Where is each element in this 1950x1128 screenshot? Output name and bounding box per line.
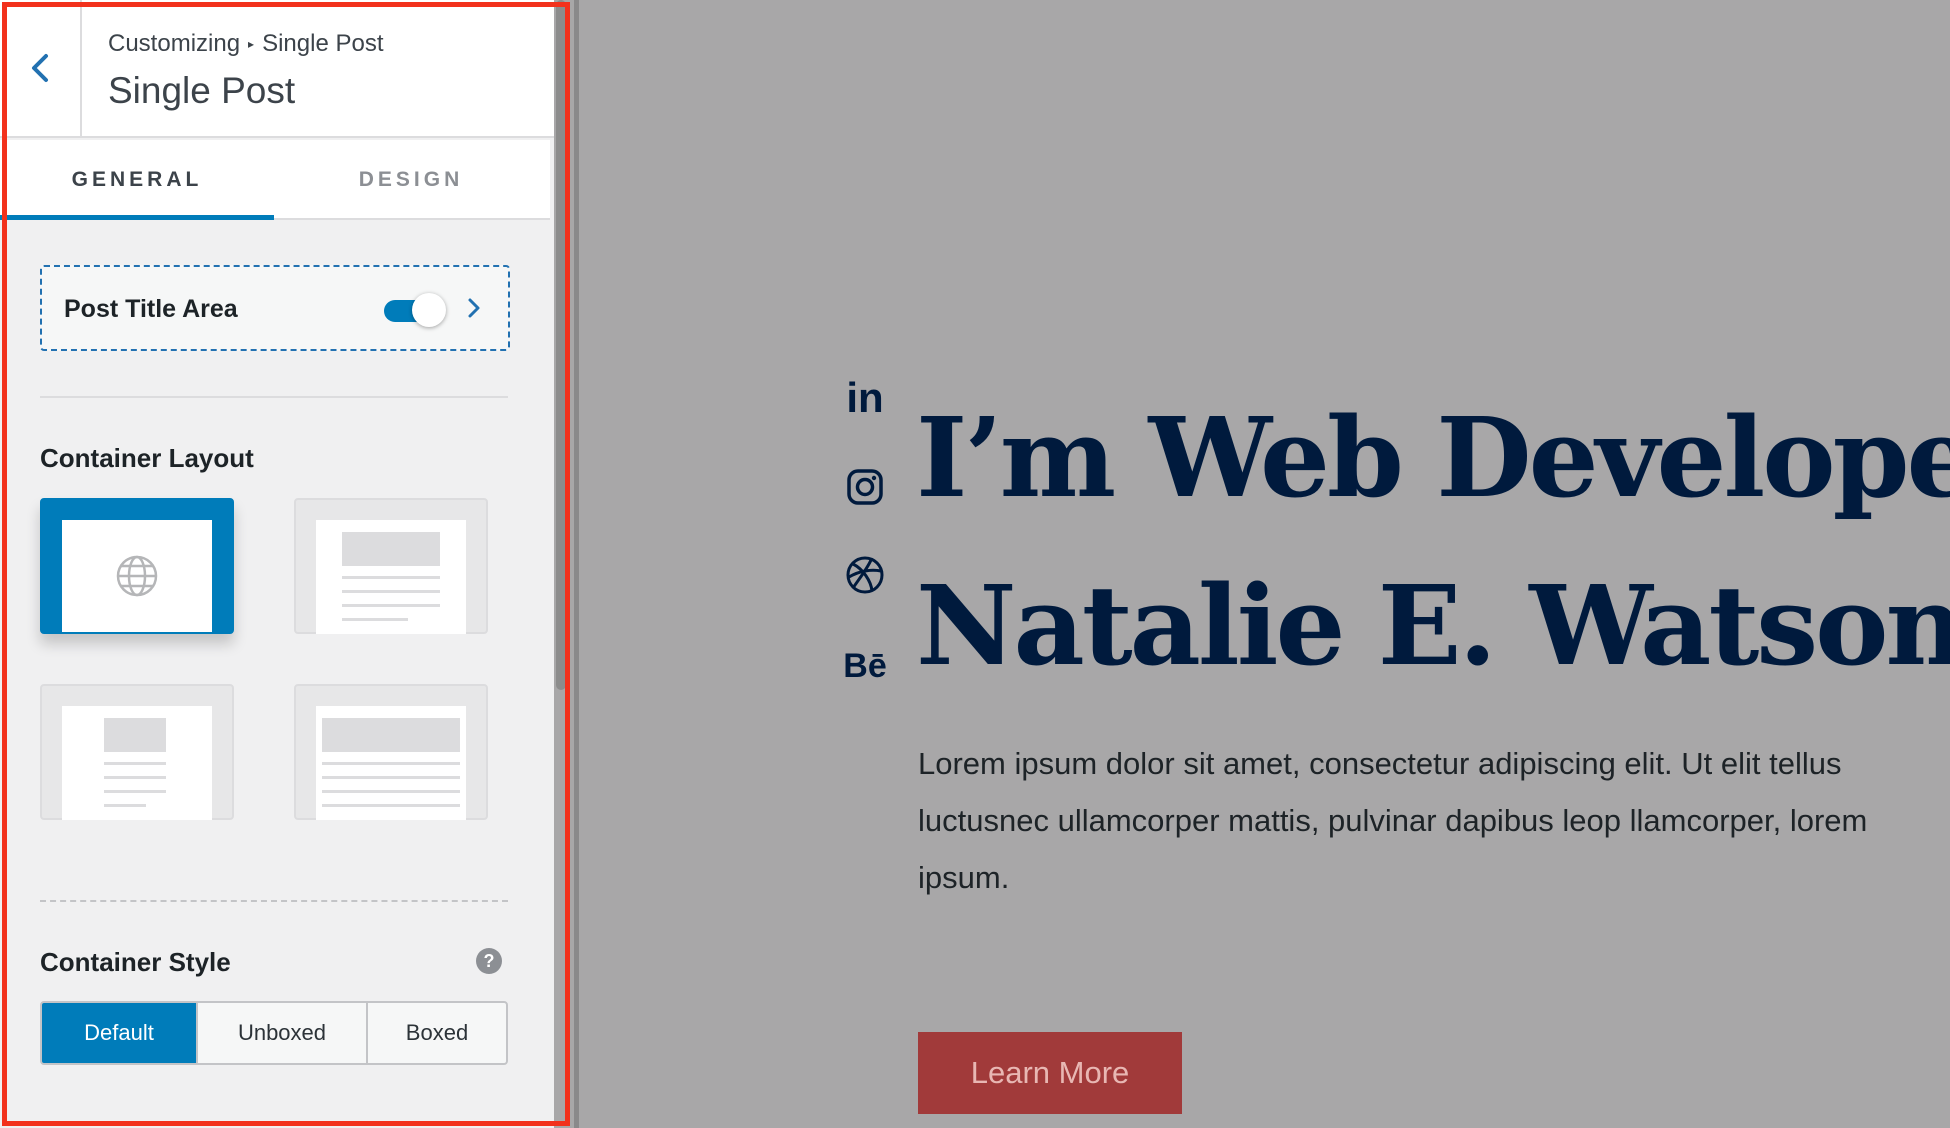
style-default-button[interactable]: Default xyxy=(42,1003,196,1063)
chevron-right-icon[interactable] xyxy=(464,293,484,323)
layout-placeholder-line xyxy=(104,790,166,793)
layout-placeholder-line xyxy=(342,576,440,579)
back-button[interactable] xyxy=(0,0,82,136)
layout-placeholder-block xyxy=(322,718,460,752)
layout-placeholder-line xyxy=(104,804,146,807)
globe-icon xyxy=(116,555,158,597)
help-icon[interactable]: ? xyxy=(476,948,502,974)
breadcrumb: Customizing ▸ Single Post xyxy=(108,30,383,58)
site-preview: in Bē I’m Web Developer Natalie E. Watso… xyxy=(580,0,1950,1128)
layout-placeholder-line xyxy=(342,604,440,607)
panel-title: Single Post xyxy=(108,70,296,111)
toggle-knob xyxy=(412,293,446,327)
linkedin-icon[interactable]: in xyxy=(842,372,888,424)
container-layout-label: Container Layout xyxy=(40,443,254,473)
panel-header: Customizing ▸ Single Post Single Post xyxy=(0,0,554,138)
container-style-buttons: Default Unboxed Boxed xyxy=(40,1001,508,1065)
layout-option-narrow[interactable] xyxy=(40,684,234,820)
panel-scrollbar[interactable] xyxy=(556,0,566,690)
customizer-panel: Customizing ▸ Single Post Single Post GENE… xyxy=(0,0,554,1128)
layout-placeholder-line xyxy=(322,762,460,765)
dribbble-icon[interactable] xyxy=(842,552,888,598)
instagram-icon[interactable] xyxy=(842,464,888,510)
layout-preview xyxy=(316,520,466,634)
layout-placeholder-line xyxy=(342,618,408,621)
tab-design[interactable]: DESIGN xyxy=(274,140,548,220)
layout-placeholder-block xyxy=(104,718,166,752)
post-title-area-label: Post Title Area xyxy=(64,295,238,323)
section-divider-dashed xyxy=(40,900,508,902)
breadcrumb-current: Single Post xyxy=(262,30,384,57)
layout-preview xyxy=(62,520,212,632)
layout-option-wide[interactable] xyxy=(294,684,488,820)
layout-preview xyxy=(316,706,466,820)
style-unboxed-button[interactable]: Unboxed xyxy=(196,1003,366,1063)
learn-more-button[interactable]: Learn More xyxy=(918,1032,1182,1114)
hero-heading: I’m Web Developer Natalie E. Watson xyxy=(916,374,1950,710)
layout-option-full-width[interactable] xyxy=(40,498,234,634)
chevron-left-icon xyxy=(32,54,48,82)
breadcrumb-separator: ▸ xyxy=(248,37,255,51)
instagram-glyph xyxy=(847,469,883,505)
active-tab-indicator xyxy=(0,215,274,220)
panel-tabs: GENERAL DESIGN xyxy=(0,140,550,220)
hero-heading-line-2: Natalie E. Watson xyxy=(916,561,1950,690)
behance-icon[interactable]: Bē xyxy=(842,640,888,692)
post-title-area-control[interactable]: Post Title Area xyxy=(40,265,510,351)
style-boxed-button[interactable]: Boxed xyxy=(366,1003,506,1063)
hero-paragraph: Lorem ipsum dolor sit amet, consectetur … xyxy=(918,746,1868,895)
layout-option-right-sidebar[interactable] xyxy=(294,498,488,634)
layout-preview xyxy=(62,706,212,820)
hero-heading-line-1: I’m Web Developer xyxy=(916,393,1950,522)
section-divider xyxy=(40,396,508,398)
layout-placeholder-line xyxy=(104,776,166,779)
tab-general[interactable]: GENERAL xyxy=(0,140,274,220)
layout-placeholder-line xyxy=(322,804,460,807)
layout-placeholder-block xyxy=(342,532,440,566)
container-style-label: Container Style xyxy=(40,947,231,977)
layout-placeholder-line xyxy=(104,762,166,765)
layout-placeholder-line xyxy=(322,776,460,779)
breadcrumb-root: Customizing xyxy=(108,30,241,57)
panel-edge-divider xyxy=(574,0,579,1128)
dribbble-glyph xyxy=(846,556,884,594)
layout-placeholder-line xyxy=(322,790,460,793)
post-title-area-toggle[interactable] xyxy=(384,293,448,327)
layout-placeholder-line xyxy=(342,590,440,593)
